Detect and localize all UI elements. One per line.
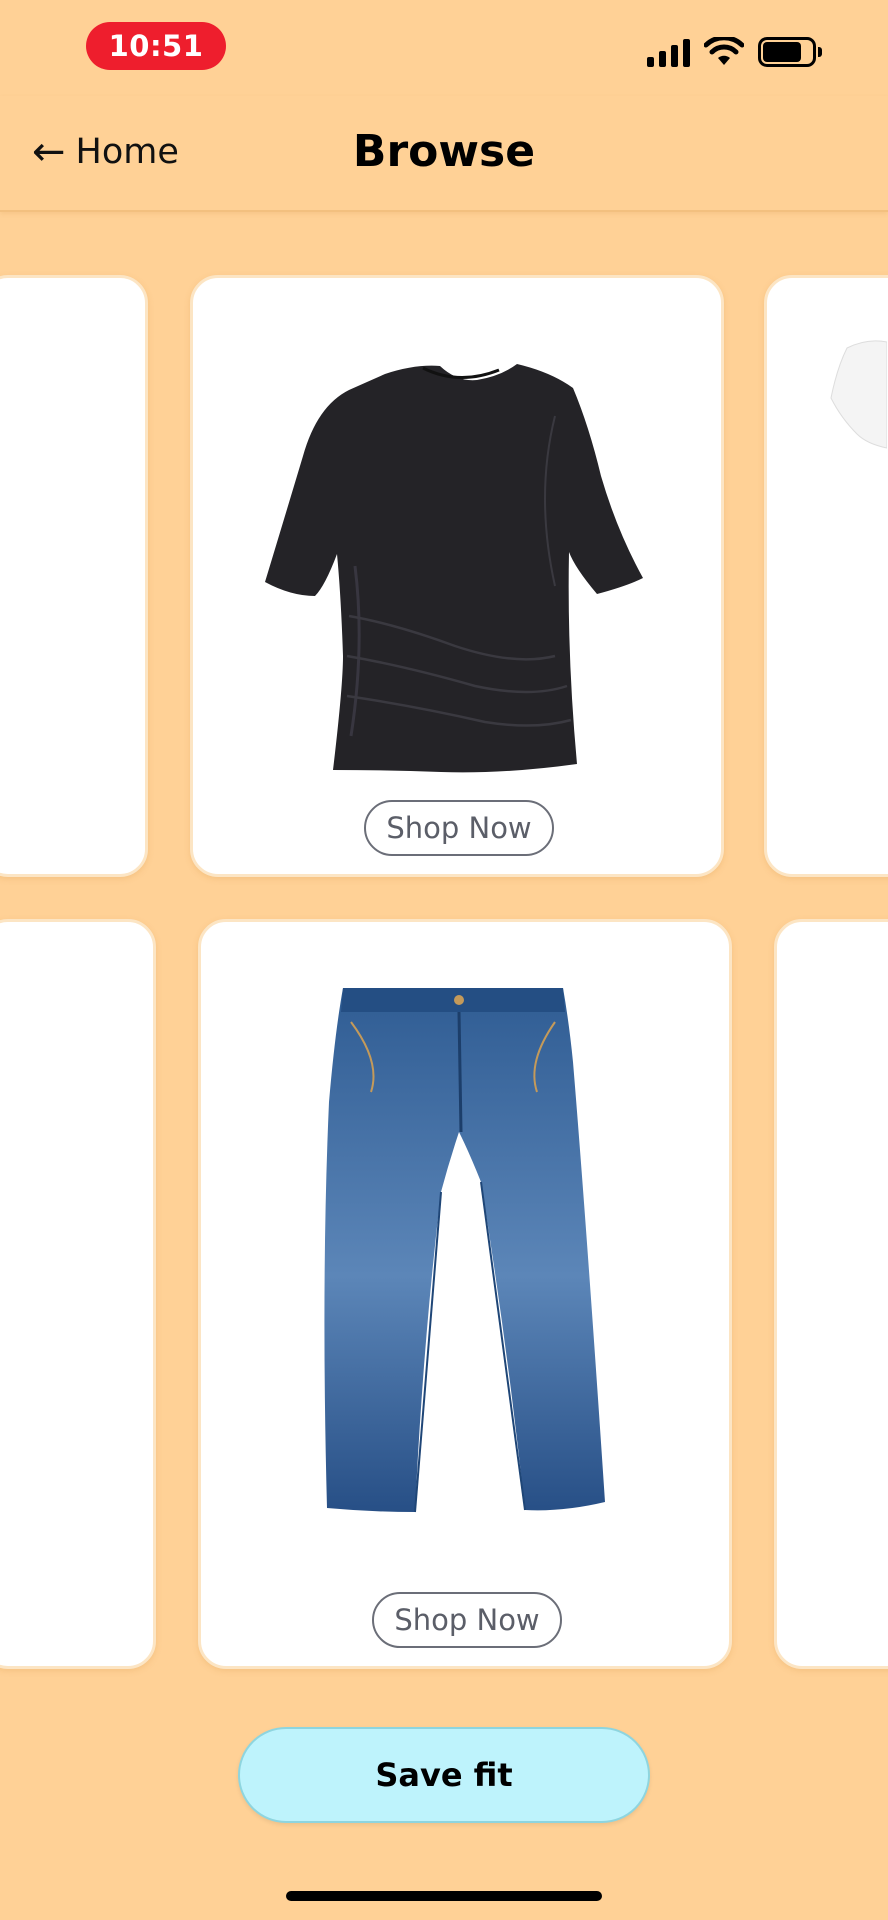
product-card-blue-jeans[interactable]: Shop Now [198, 919, 732, 1669]
product-card-partial-right[interactable] [774, 919, 888, 1669]
nav-bar: ← Home Browse [0, 96, 888, 212]
black-tshirt-image [265, 364, 643, 773]
status-time: 10:51 [86, 22, 226, 70]
status-icons [647, 32, 822, 72]
shop-now-button[interactable]: Shop Now [372, 1592, 562, 1648]
status-bar: 10:51 [0, 0, 888, 96]
shop-now-button[interactable]: Shop Now [364, 800, 554, 856]
save-fit-button[interactable]: Save fit [238, 1727, 650, 1823]
wifi-icon [704, 37, 744, 65]
blue-jeans-image [324, 988, 605, 1513]
cellular-signal-icon [647, 37, 690, 67]
product-card-partial-right[interactable] [764, 275, 888, 877]
page-title: Browse [352, 126, 536, 177]
white-tshirt-image [830, 340, 887, 449]
home-indicator[interactable] [286, 1891, 602, 1901]
battery-icon [758, 37, 822, 67]
product-card-partial-left[interactable] [0, 919, 156, 1669]
product-card-partial-left[interactable] [0, 275, 148, 877]
product-card-black-tshirt[interactable]: Shop Now [190, 275, 724, 877]
